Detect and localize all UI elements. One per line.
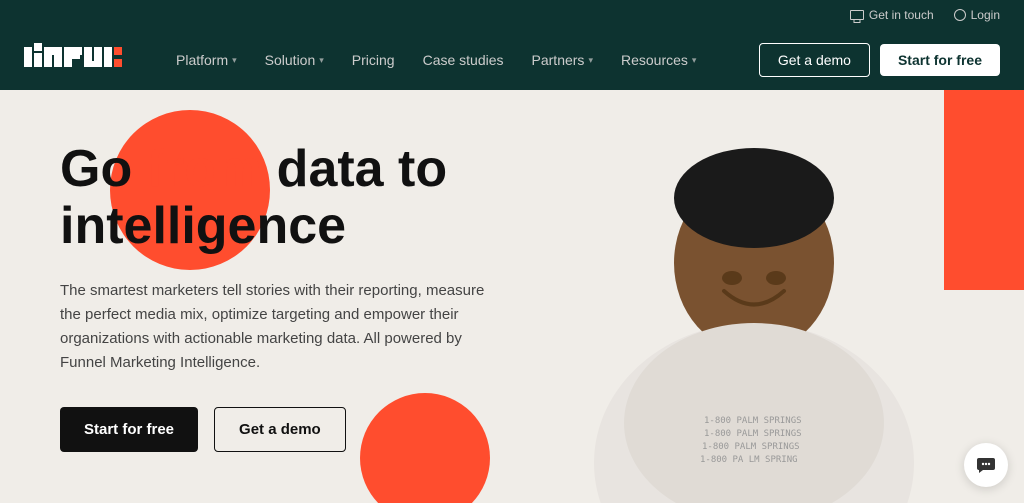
nav-resources[interactable]: Resources ▾ [609,44,708,76]
hero-section: Go from data tointelligence The smartest… [0,90,1024,503]
user-icon [954,9,966,21]
svg-text:1-800 PALM SPRINGS: 1-800 PALM SPRINGS [704,429,802,439]
nav-partners[interactable]: Partners ▾ [520,44,605,76]
hero-subtitle: The smartest marketers tell stories with… [60,279,500,375]
nav-pricing[interactable]: Pricing [340,44,407,76]
nav-buttons: Get a demo Start for free [759,43,1000,77]
person-svg: 1-800 PALM SPRINGS 1-800 PALM SPRINGS 1-… [584,123,924,503]
start-free-button[interactable]: Start for free [880,44,1000,76]
nav-case-studies[interactable]: Case studies [411,44,516,76]
decorative-rect-top-right [944,90,1024,290]
svg-text:1-800 PA LM SPRING: 1-800 PA LM SPRING [700,455,798,465]
hero-content: Go from data tointelligence The smartest… [0,101,560,492]
chat-button[interactable] [964,443,1008,487]
chevron-down-icon: ▾ [232,55,237,66]
get-demo-button[interactable]: Get a demo [759,43,870,77]
svg-text:1-800 PALM SPRINGS: 1-800 PALM SPRINGS [702,442,800,452]
hero-buttons: Start for free Get a demo [60,407,500,452]
chevron-down-icon: ▾ [319,55,324,66]
hero-start-free-button[interactable]: Start for free [60,407,198,452]
chevron-down-icon: ▾ [692,55,697,66]
chat-icon [975,454,997,476]
navbar: Platform ▾ Solution ▾ Pricing Case studi… [0,30,1024,90]
nav-solution[interactable]: Solution ▾ [253,44,336,76]
login-label: Login [971,8,1000,22]
logo-text [24,43,124,78]
hero-title: Go from data tointelligence [60,141,500,255]
get-in-touch-link[interactable]: Get in touch [850,8,934,22]
svg-text:1-800 PALM SPRINGS: 1-800 PALM SPRINGS [704,416,802,426]
monitor-icon [850,10,864,20]
nav-platform[interactable]: Platform ▾ [164,44,249,76]
chevron-down-icon: ▾ [588,55,593,66]
nav-links: Platform ▾ Solution ▾ Pricing Case studi… [164,44,759,76]
hero-get-demo-button[interactable]: Get a demo [214,407,346,452]
logo[interactable] [24,43,124,78]
hero-title-highlight: from [147,140,263,198]
hero-person-image: 1-800 PALM SPRINGS 1-800 PALM SPRINGS 1-… [564,123,944,503]
utility-bar: Get in touch Login [0,0,1024,30]
login-link[interactable]: Login [954,8,1000,22]
get-in-touch-label: Get in touch [869,8,934,22]
